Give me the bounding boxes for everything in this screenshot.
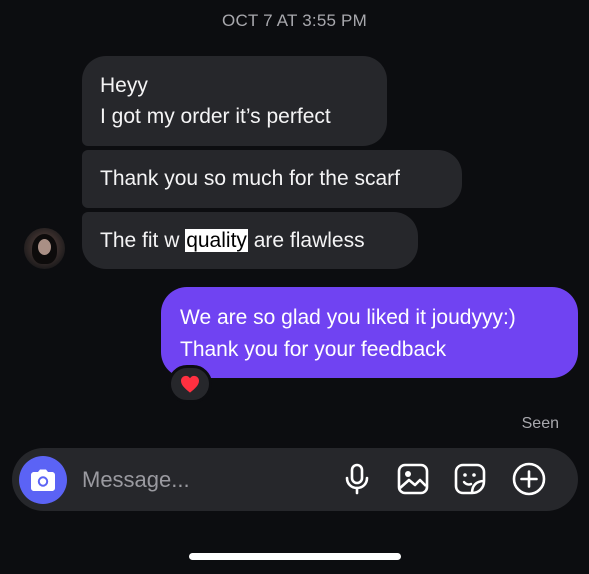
selected-text-highlight[interactable]: quality (185, 229, 248, 252)
message-text: I got my order it’s perfect (100, 105, 331, 128)
avatar-face (38, 239, 51, 255)
gallery-button[interactable] (396, 462, 430, 496)
sticker-button[interactable] (453, 462, 487, 496)
message-timestamp: OCT 7 AT 3:55 PM (222, 11, 367, 30)
camera-button[interactable] (19, 456, 67, 504)
message-text: are flawless (247, 229, 365, 252)
sticker-icon (454, 463, 486, 495)
message-text: Heyy (100, 74, 148, 97)
add-icon (512, 462, 546, 496)
home-indicator[interactable] (189, 553, 401, 560)
camera-icon (31, 469, 55, 491)
photo-gallery-icon (397, 463, 429, 495)
message-text: Thank you so much for the scarf (100, 167, 400, 190)
message-reaction[interactable] (168, 365, 212, 403)
seen-status: Seen (521, 415, 559, 432)
red-heart-icon (181, 375, 199, 393)
incoming-message-bubble[interactable]: Heyy I got my order it’s perfect (82, 56, 387, 146)
microphone-button[interactable] (340, 462, 374, 496)
incoming-message-bubble[interactable]: The fit w quality are flawless (82, 212, 418, 269)
message-text: We are so glad you liked it joudyyy:) (180, 306, 516, 329)
outgoing-message-bubble[interactable]: We are so glad you liked it joudyyy:) Th… (161, 287, 578, 378)
incoming-message-bubble[interactable]: Thank you so much for the scarf (82, 150, 462, 208)
message-text: Thank you for your feedback (180, 338, 447, 361)
message-input[interactable] (82, 466, 322, 494)
sender-avatar[interactable] (24, 228, 65, 269)
message-text: The fit w (100, 229, 186, 252)
message-composer (12, 448, 578, 511)
microphone-icon (345, 463, 369, 495)
add-button[interactable] (512, 462, 546, 496)
